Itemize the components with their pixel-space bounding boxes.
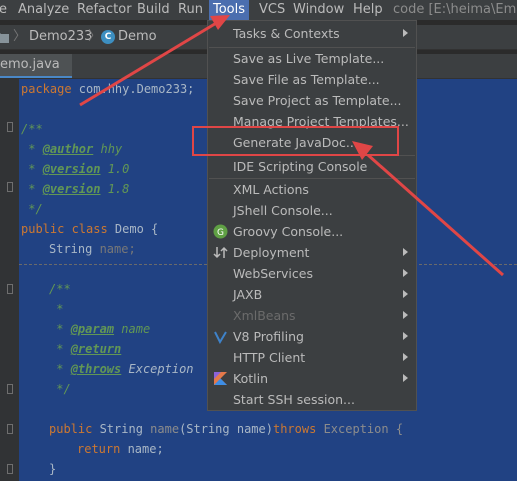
code-line-class: public class Demo {	[21, 222, 159, 236]
submenu-arrow-icon	[403, 332, 408, 340]
menu-item-save-project-template[interactable]: Save Project as Template...	[208, 90, 416, 111]
menu-run[interactable]: Run	[178, 0, 203, 20]
code-line-author: * @author hhy	[21, 142, 123, 156]
class-icon: C	[101, 30, 115, 44]
code-line-version: * @version 1.0	[21, 162, 130, 176]
fold-marker[interactable]	[7, 182, 13, 192]
v8-icon	[213, 329, 228, 345]
tab-label: emo.java	[0, 57, 60, 72]
menu-item-jshell-console[interactable]: JShell Console...	[208, 200, 416, 221]
breadcrumb-separator: 〉	[88, 29, 102, 44]
submenu-arrow-icon	[403, 374, 408, 382]
code-line-close-brace: }	[49, 462, 57, 476]
code-line-package: package com.hhy.Demo233;	[21, 82, 195, 96]
menu-item-groovy-console[interactable]: G Groovy Console...	[208, 221, 416, 242]
code-line-version: * @version 1.8	[21, 182, 130, 196]
code-line-param: * @param name	[49, 322, 151, 336]
submenu-arrow-icon	[403, 248, 408, 256]
menu-item-webservices[interactable]: WebServices	[208, 263, 416, 284]
menu-item-xmlbeans: XmlBeans	[208, 305, 416, 326]
fold-marker[interactable]	[7, 122, 13, 132]
menu-item-start-ssh-session[interactable]: Start SSH session...	[208, 389, 416, 410]
fold-marker[interactable]	[7, 284, 13, 294]
menu-item-tasks-contexts[interactable]: Tasks & Contexts	[208, 23, 416, 44]
menu-item-v8-profiling[interactable]: V8 Profiling	[208, 326, 416, 347]
breadcrumb-class[interactable]: Demo	[118, 25, 157, 49]
submenu-arrow-icon	[403, 269, 408, 277]
code-line-field: String name;	[49, 242, 136, 256]
groovy-icon: G	[213, 224, 228, 239]
submenu-arrow-icon	[403, 290, 408, 298]
menu-item-jaxb[interactable]: JAXB	[208, 284, 416, 305]
menu-help[interactable]: Help	[353, 0, 383, 20]
breadcrumb-project[interactable]: Demo233	[29, 25, 92, 49]
fold-marker[interactable]	[7, 424, 13, 434]
window-project-title: code [E:\heima\Emplo	[393, 2, 517, 17]
code-line-signature: public String name(String name)throws Ex…	[49, 422, 404, 436]
annotation-highlight-box	[192, 126, 399, 156]
menu-item-xml-actions[interactable]: XML Actions	[208, 179, 416, 200]
folder-icon	[0, 33, 9, 43]
kotlin-icon	[213, 371, 228, 386]
tools-dropdown-menu: Tasks & Contexts Save as Live Template..…	[207, 20, 417, 411]
menu-bar: e Analyze Refactor Build Run Tools VCS W…	[0, 0, 517, 20]
fold-marker[interactable]	[7, 384, 13, 394]
menu-item-kotlin[interactable]: Kotlin	[208, 368, 416, 389]
menu-item-deployment[interactable]: Deployment	[208, 242, 416, 263]
menu-window[interactable]: Window	[293, 0, 344, 20]
code-line-return-stmt: return name;	[77, 442, 164, 456]
menu-refactor[interactable]: Refactor	[77, 0, 132, 20]
code-line-throws: * @throws Exception	[49, 362, 194, 376]
breadcrumb-separator: 〉	[13, 29, 27, 44]
tab-demo-java[interactable]: emo.java	[0, 54, 72, 78]
code-line-doc-star: *	[49, 302, 64, 316]
menu-item-save-file-template[interactable]: Save File as Template...	[208, 69, 416, 90]
editor-gutter	[0, 79, 19, 481]
menu-item-save-live-template[interactable]: Save as Live Template...	[208, 48, 416, 69]
submenu-arrow-icon	[403, 311, 408, 319]
svg-text:G: G	[217, 228, 224, 238]
code-line-doc-open: /**	[49, 282, 71, 296]
submenu-arrow-icon	[403, 353, 408, 361]
code-line-return: * @return	[49, 342, 122, 356]
menu-tools[interactable]: Tools	[209, 0, 249, 20]
code-line-doc-open: /**	[21, 122, 43, 136]
menu-analyze[interactable]: Analyze	[18, 0, 69, 20]
code-line-doc-close: */	[21, 202, 43, 216]
submenu-arrow-icon	[403, 29, 408, 37]
menu-vcs[interactable]: VCS	[259, 0, 285, 20]
code-line-doc-close: */	[49, 382, 71, 396]
menu-build[interactable]: Build	[137, 0, 170, 20]
fold-marker[interactable]	[7, 464, 13, 474]
menu-item-http-client[interactable]: HTTP Client	[208, 347, 416, 368]
menu-edit[interactable]: e	[0, 0, 7, 20]
menu-item-ide-scripting-console[interactable]: IDE Scripting Console	[208, 156, 416, 177]
deployment-icon	[213, 245, 228, 260]
